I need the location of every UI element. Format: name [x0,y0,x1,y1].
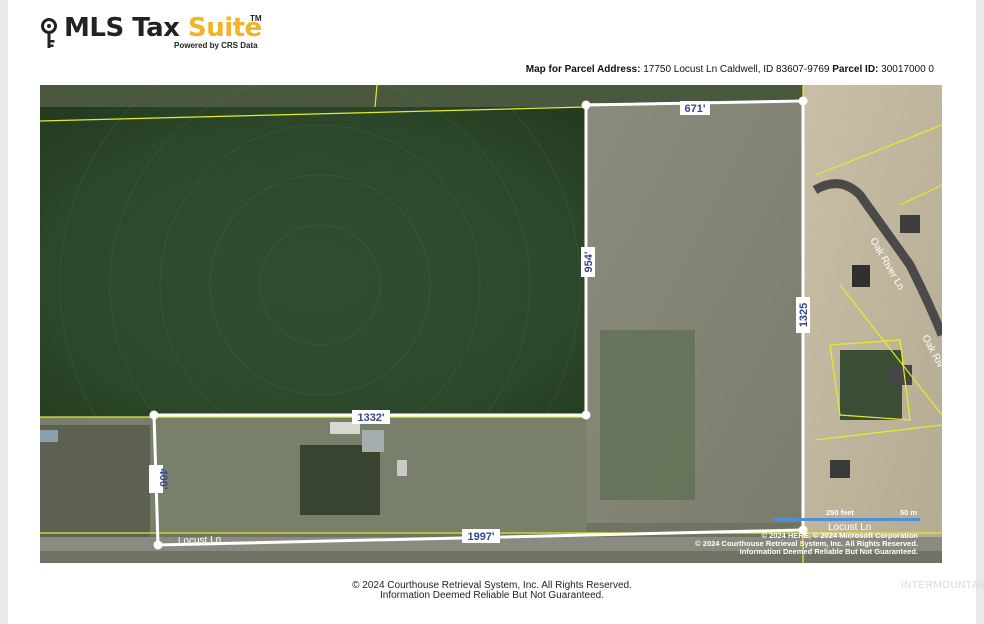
brand-name-part1: MLS Tax [64,13,188,43]
watermark-text: INTERMOUNTAIN [900,580,984,591]
dimension-left-vertical: 400' [157,469,169,490]
report-page: MLS Tax Suite TM Powered by CRS Data Map… [8,0,976,624]
house-2 [900,215,920,233]
west-roof [40,430,58,442]
address-value: 17750 Locust Ln Caldwell, ID 83607-9769 [643,64,830,75]
parcel-id-value: 30017000 0 [881,64,934,75]
powered-by-text: Powered by CRS Data [174,41,258,50]
trademark-mark: TM [250,14,262,23]
key-icon [41,18,57,48]
tree-cluster [300,445,380,515]
parcel-aerial-map[interactable]: 671' 954' 1325 1332' 400' 1997' Locust L… [40,85,942,563]
dimension-top: 671' [685,103,706,115]
brand-name: MLS Tax Suite [64,13,262,43]
dimension-right-vertical: 1325 [798,303,810,327]
address-label: Map for Parcel Address: [525,64,641,75]
scale-feet: 250 feet [826,508,854,517]
map-canvas: 671' 954' 1325 1332' 400' 1997' Locust L… [40,85,942,563]
house-1 [852,265,870,287]
road-label-locust-west: Locust Ln [178,534,222,547]
mls-tax-suite-logo: MLS Tax Suite TM Powered by CRS Data [40,12,280,56]
green-patch [600,330,695,500]
house-3 [890,365,912,385]
pivot-field [40,107,586,417]
footer-disclaimer: Information Deemed Reliable But Not Guar… [379,590,604,601]
house-4 [830,460,850,478]
dimension-middle-horizontal: 1332' [357,412,384,424]
map-credit-line3: Information Deemed Reliable But Not Guar… [740,547,918,556]
west-lots [40,425,150,540]
parcel-id-label: Parcel ID: [832,64,879,75]
dimension-middle-vertical: 954' [583,251,595,272]
parcel-info-line: Map for Parcel Address: 17750 Locust Ln … [526,64,934,75]
scale-meters: 50 m [900,508,917,517]
shed-roof [397,460,407,476]
subdivision-area [803,85,942,563]
dimension-bottom: 1997' [467,531,494,543]
barn-roof-2 [362,430,384,452]
